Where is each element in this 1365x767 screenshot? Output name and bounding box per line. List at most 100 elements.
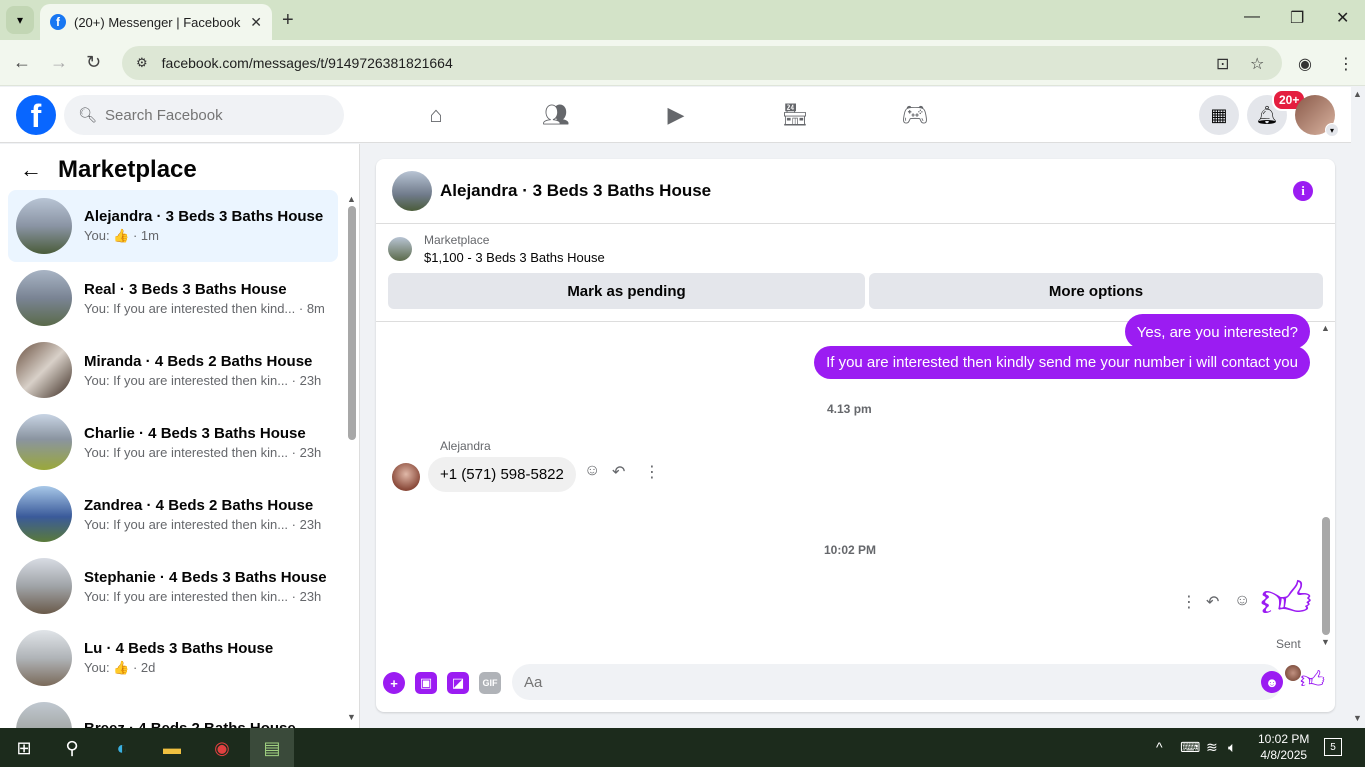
scrollbar-thumb[interactable] xyxy=(1322,517,1330,635)
facebook-logo-icon[interactable]: f xyxy=(16,95,56,135)
browser-menu-icon[interactable]: ⋮ xyxy=(1338,54,1354,74)
chat-title[interactable]: Alejandra · 3 Beds 3 Baths House xyxy=(440,181,711,201)
windows-taskbar: ⊞ ⚲ ◐ ▬ ◉ ▤ ^ ⌨ ≋ 🔈︎ 10:02 PM 4/8/2025 5 xyxy=(0,728,1365,767)
more-icon[interactable]: ⋮ xyxy=(644,462,660,482)
scroll-up-icon[interactable]: ▲ xyxy=(1353,89,1362,99)
friends-icon[interactable]: 👥︎ xyxy=(541,101,571,129)
listing-thumbnail xyxy=(16,486,72,542)
gif-icon[interactable]: GIF xyxy=(479,672,501,694)
conversation-preview: You: If you are interested then kind... … xyxy=(84,300,325,316)
listing-thumbnail xyxy=(388,237,412,261)
tab-search-button[interactable]: ▾ xyxy=(6,6,34,34)
close-window-icon[interactable]: ✕ xyxy=(1336,8,1349,28)
conversation-item[interactable]: Alejandra · 3 Beds 3 Baths House You: 👍 ·… xyxy=(8,190,338,262)
listing-price-title: $1,100 - 3 Beds 3 Baths House xyxy=(424,250,605,265)
more-options-button[interactable]: More options xyxy=(869,273,1323,309)
conversation-item[interactable]: Miranda · 4 Beds 2 Baths House You: If yo… xyxy=(8,334,338,406)
back-arrow-icon[interactable]: ← xyxy=(20,157,42,183)
reload-icon[interactable]: ↻ xyxy=(86,52,101,73)
emoji-icon[interactable]: ☻ xyxy=(1261,671,1283,693)
browser-tab[interactable]: f (20+) Messenger | Facebook ✕ xyxy=(40,4,272,40)
home-icon[interactable]: ⌂ xyxy=(421,101,451,129)
system-clock[interactable]: 10:02 PM 4/8/2025 xyxy=(1258,731,1309,763)
search-icon: 🔍︎ xyxy=(78,107,98,124)
account-avatar[interactable]: ▾ xyxy=(1295,95,1339,137)
bookmark-star-icon[interactable]: ☆ xyxy=(1250,54,1264,74)
volume-icon[interactable]: 🔈︎ xyxy=(1228,739,1236,756)
site-info-icon[interactable]: ⚙ xyxy=(136,55,148,71)
chrome-icon[interactable]: ◉ xyxy=(208,734,236,762)
restore-icon[interactable]: ❐ xyxy=(1290,8,1304,28)
search-icon[interactable]: ⚲ xyxy=(58,734,86,762)
conversation-item[interactable]: Lu · 4 Beds 3 Baths House You: 👍 · 2d xyxy=(8,622,338,694)
conversation-name: Breez · 4 Beds 2 Baths House xyxy=(84,720,296,728)
reply-icon[interactable]: ↶ xyxy=(612,462,625,482)
incoming-message[interactable]: +1 (571) 598-5822 xyxy=(428,457,576,492)
conversation-item[interactable]: Charlie · 4 Beds 3 Baths House You: If yo… xyxy=(8,406,338,478)
plus-icon[interactable]: + xyxy=(383,672,405,694)
react-icon[interactable]: ☺ xyxy=(584,462,600,480)
new-tab-icon[interactable]: + xyxy=(282,9,294,32)
conversation-name: Zandrea · 4 Beds 2 Baths House xyxy=(84,496,314,514)
conversation-item[interactable]: Zandrea · 4 Beds 2 Baths House You: If yo… xyxy=(8,478,338,550)
tray-chevron-icon[interactable]: ^ xyxy=(1156,739,1163,755)
forward-icon[interactable]: → xyxy=(50,52,68,73)
install-app-icon[interactable]: ⊡ xyxy=(1216,54,1229,74)
keyboard-icon[interactable]: ⌨ xyxy=(1180,739,1200,756)
search-input[interactable] xyxy=(105,106,326,124)
gaming-icon[interactable]: 🎮︎ xyxy=(900,101,930,129)
conversation-preview: You: If you are interested then kin... ·… xyxy=(84,444,322,460)
profile-icon[interactable]: ◉ xyxy=(1298,54,1312,74)
conversation-list: Alejandra · 3 Beds 3 Baths House You: 👍 ·… xyxy=(8,190,338,728)
conversation-item[interactable]: Real · 3 Beds 3 Baths House You: If you a… xyxy=(8,262,338,334)
minimize-icon[interactable]: — xyxy=(1244,8,1260,26)
conversation-item[interactable]: Breez · 4 Beds 2 Baths House xyxy=(8,694,338,728)
listing-summary[interactable]: Marketplace $1,100 - 3 Beds 3 Baths Hous… xyxy=(388,233,605,265)
sticker-icon[interactable]: ◪ xyxy=(447,672,469,694)
outgoing-message[interactable]: If you are interested then kindly send m… xyxy=(814,346,1310,379)
scroll-down-icon[interactable]: ▼ xyxy=(1321,637,1330,647)
facebook-search[interactable]: 🔍︎ xyxy=(64,95,344,135)
wifi-icon[interactable]: ≋ xyxy=(1206,739,1218,756)
scroll-up-icon[interactable]: ▲ xyxy=(347,194,356,204)
sidebar-scrollbar[interactable]: ▲ ▼ xyxy=(347,194,357,724)
sender-avatar[interactable] xyxy=(392,463,420,491)
conversation-name: Miranda · 4 Beds 2 Baths House xyxy=(84,352,313,370)
chat-scrollbar[interactable]: ▲ ▼ xyxy=(1321,323,1331,647)
message-thread: Yes, are you interested? If you are inte… xyxy=(376,314,1335,681)
scroll-down-icon[interactable]: ▼ xyxy=(347,712,356,722)
page-scrollbar[interactable]: ▲ ▼ xyxy=(1351,87,1365,728)
info-icon[interactable]: i xyxy=(1293,181,1313,201)
scroll-down-icon[interactable]: ▼ xyxy=(1353,713,1362,723)
message-input[interactable] xyxy=(512,664,1282,700)
outgoing-message[interactable]: Yes, are you interested? xyxy=(1124,314,1310,349)
url-bar[interactable]: ⚙ facebook.com/messages/t/91497263818216… xyxy=(122,46,1282,80)
listing-avatar[interactable] xyxy=(392,171,432,211)
scrollbar-thumb[interactable] xyxy=(348,206,356,440)
photo-icon[interactable]: ▣ xyxy=(415,672,437,694)
windows-start-icon[interactable]: ⊞ xyxy=(10,734,38,762)
close-tab-icon[interactable]: ✕ xyxy=(250,14,262,31)
url-text: facebook.com/messages/t/9149726381821664 xyxy=(161,55,453,71)
more-icon[interactable]: ⋮ xyxy=(1181,592,1197,612)
react-icon[interactable]: ☺ xyxy=(1234,592,1250,610)
like-send-icon[interactable]: 👍︎ xyxy=(1300,667,1325,695)
menu-grid-icon[interactable]: ▦ xyxy=(1199,95,1239,135)
edge-icon[interactable]: ◐ xyxy=(108,734,136,762)
sidebar-header: ← Marketplace xyxy=(20,156,197,184)
chat-panel: Alejandra · 3 Beds 3 Baths House i Marke… xyxy=(376,159,1335,712)
thumbs-up-icon[interactable]: 👍︎ xyxy=(1260,575,1312,625)
browser-tab-bar: ▾ f (20+) Messenger | Facebook ✕ + — ❐ ✕ xyxy=(0,0,1365,40)
notification-center-icon[interactable]: 5 xyxy=(1324,738,1342,756)
conversation-item[interactable]: Stephanie · 4 Beds 3 Baths House You: If … xyxy=(8,550,338,622)
video-icon[interactable]: ▶ xyxy=(661,101,691,129)
back-icon[interactable]: ← xyxy=(13,52,31,73)
conversation-name: Lu · 4 Beds 3 Baths House xyxy=(84,640,274,657)
reply-icon[interactable]: ↶ xyxy=(1206,592,1219,612)
marketplace-icon[interactable]: 🏪︎ xyxy=(780,101,810,129)
app-icon[interactable]: ▤ xyxy=(258,734,286,762)
scroll-up-icon[interactable]: ▲ xyxy=(1321,323,1330,333)
mark-as-pending-button[interactable]: Mark as pending xyxy=(388,273,865,309)
file-explorer-icon[interactable]: ▬ xyxy=(158,734,186,762)
listing-thumbnail xyxy=(16,342,72,398)
